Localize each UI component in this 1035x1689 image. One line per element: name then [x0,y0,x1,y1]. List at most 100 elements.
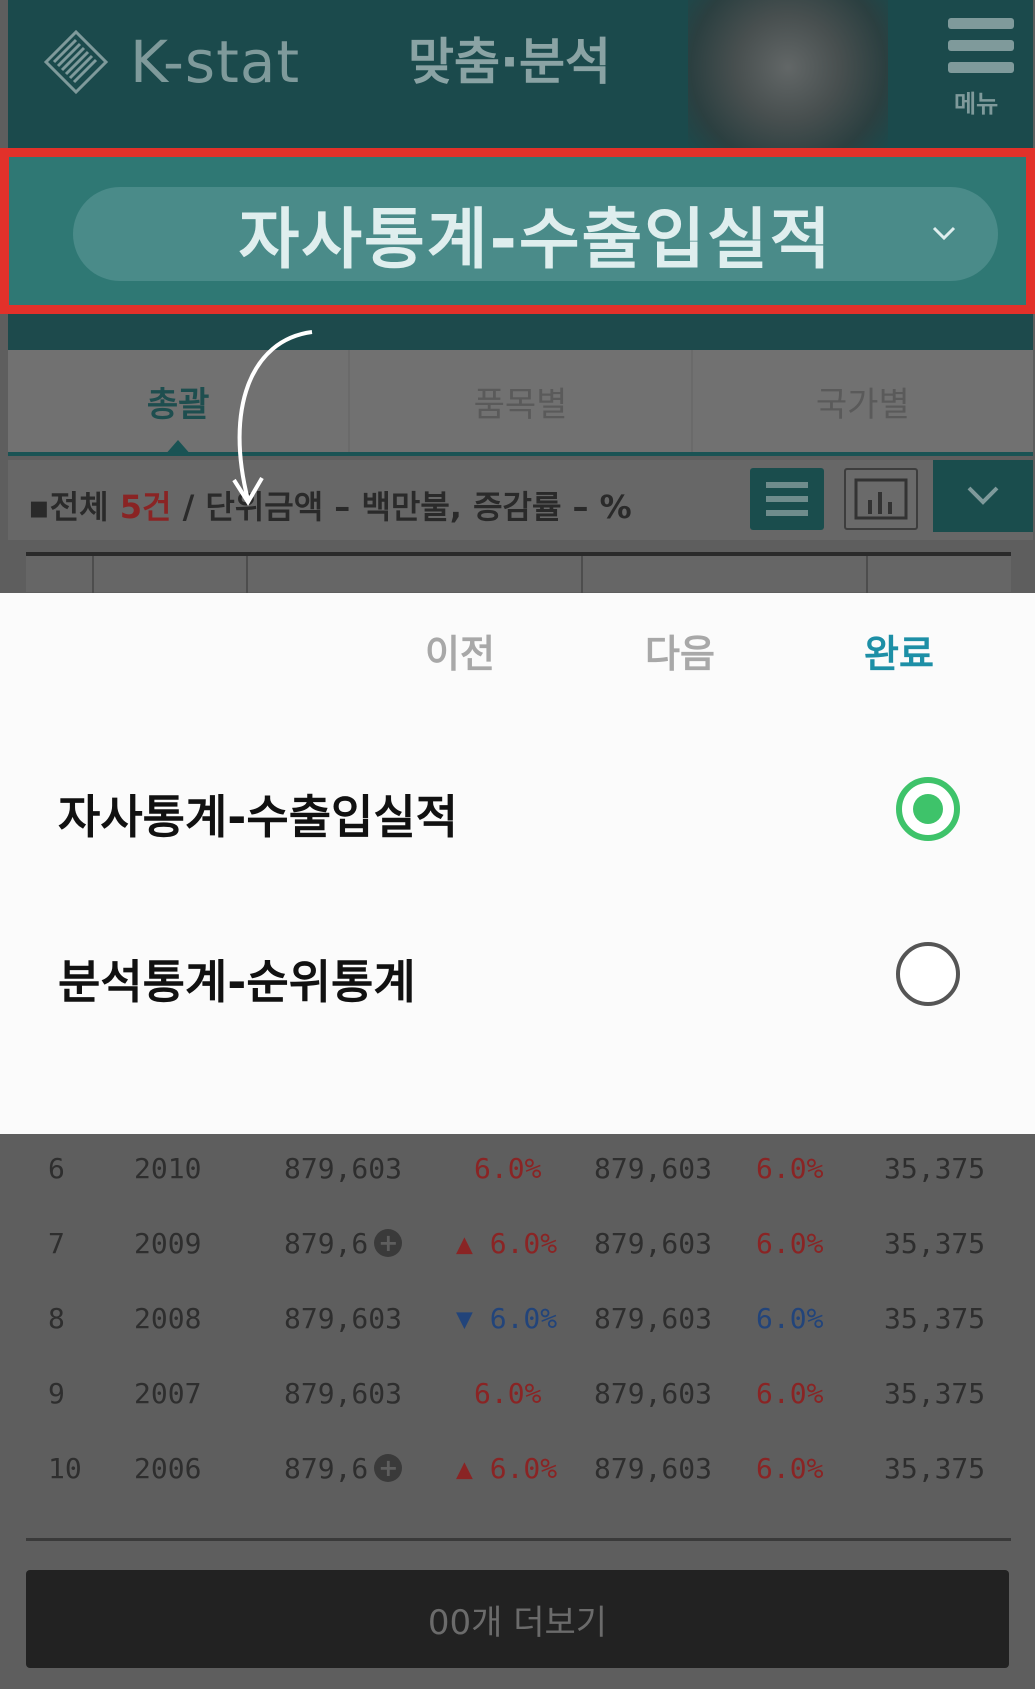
expand-plus-icon[interactable]: + [374,1454,403,1482]
export-rate-value: 6.0% [489,1302,558,1335]
table-row[interactable]: 8 2008 879,603 ▼ 6.0% 879,603 6.0% 35,375 [26,1280,1011,1355]
export-cell: 879,603 [284,1152,402,1185]
import-rate-cell: 6.0% [756,1152,824,1185]
import-cell: 879,603 [594,1452,713,1485]
summary-prefix: 전체 [49,488,120,526]
header-band [8,314,1033,350]
menu-button[interactable]: 메뉴 [944,14,1014,124]
table-row[interactable]: 9 2007 879,603 6.0% 879,603 6.0% 35,375 [26,1355,1011,1430]
table-row[interactable]: 7 2009 879,6 + ▲ 6.0% 879,603 6.0% 35,375 [26,1205,1011,1280]
table-row[interactable]: 6 2010 879,603 6.0% 879,603 6.0% 35,375 [26,1130,1011,1205]
list-icon [766,482,808,516]
chevron-down-icon [932,226,956,241]
column-divider [866,556,868,596]
import-rate-cell: 6.0% [756,1377,824,1410]
export-cell: 879,603 [284,1377,402,1410]
summary-bar: ▪전체 5건 / 단위금액 – 백만불, 증감률 – % [8,460,1033,540]
result-count: 5건 [119,488,172,526]
export-value: 879,6 [284,1227,369,1260]
page-title: 맞춤·분석 [408,33,611,91]
curved-arrow-icon [232,330,313,506]
balance-cell: 35,375 [884,1377,986,1410]
export-rate-cell: 6.0% [474,1377,541,1410]
column-divider [92,556,94,596]
logo-mark-icon [36,22,116,102]
hamburger-icon [948,18,1014,29]
export-rate-value: 6.0% [474,1152,542,1185]
tab-label: 국가별 [815,384,910,425]
tab-label: 총괄 [146,384,210,425]
export-cell: 879,6 + [284,1452,403,1485]
load-more-button[interactable]: 00개 더보기 [26,1570,1009,1668]
header-banner-image [688,0,888,150]
radio-selected[interactable] [896,777,960,841]
rank-cell: 10 [48,1452,82,1485]
rank-cell: 7 [48,1227,65,1260]
export-rate-value: 6.0% [489,1227,558,1260]
table-header [26,552,1011,596]
tab-by-country[interactable]: 국가별 [693,350,1033,452]
expand-toggle-button[interactable] [933,460,1033,532]
active-tab-indicator [164,440,193,456]
import-rate-cell: 6.0% [756,1227,824,1260]
statistics-selector-highlight: 자사통계-수출입실적 [0,148,1035,314]
export-value: 879,6 [284,1452,369,1485]
data-table: 6 2010 879,603 6.0% 879,603 6.0% 35,375 7 2009 87… [26,1130,1011,1505]
rank-cell: 8 [48,1302,65,1335]
rank-cell: 9 [48,1377,65,1410]
export-cell: 879,603 [284,1302,402,1335]
export-value: 879,603 [284,1377,403,1410]
rank-cell: 6 [48,1152,65,1185]
tab-by-item[interactable]: 품목별 [350,350,693,452]
import-cell: 879,603 [594,1302,713,1335]
import-cell: 879,603 [594,1152,713,1185]
expand-plus-icon[interactable]: + [374,1229,403,1257]
balance-cell: 35,375 [884,1227,986,1260]
export-rate-cell: 6.0% [474,1152,541,1185]
next-button[interactable]: 다음 [645,623,715,678]
export-value: 879,603 [284,1302,403,1335]
up-arrow-icon: ▲ [456,1227,490,1260]
app-header: K-stat 맞춤·분석 메뉴 [8,0,1033,150]
import-cell: 879,603 [594,1377,713,1410]
column-divider [246,556,248,596]
hamburger-icon-bar [948,40,1014,51]
up-arrow-icon: ▲ [456,1452,490,1485]
export-cell: 879,6 + [284,1227,403,1260]
kstat-logo[interactable]: K-stat [36,22,300,102]
statistics-selector[interactable]: 자사통계-수출입실적 [73,187,998,281]
table-bottom-border [26,1538,1011,1541]
balance-cell: 35,375 [884,1152,986,1185]
selector-current-value: 자사통계-수출입실적 [238,201,833,278]
logo-text: K-stat [130,28,301,96]
option-label: 자사통계-수출입실적 [58,790,458,844]
balance-cell: 35,375 [884,1302,986,1335]
export-rate-value: 6.0% [489,1452,558,1485]
option-company-trade[interactable]: 자사통계-수출입실적 [58,763,978,853]
table-row[interactable]: 10 2006 879,6 + ▲ 6.0% 879,603 6.0% 35,375 [26,1430,1011,1505]
done-button[interactable]: 완료 [864,623,934,678]
option-ranking-stats[interactable]: 분석통계-순위통계 [58,928,978,1018]
tab-label: 품목별 [473,384,568,425]
hamburger-icon-bar [948,62,1014,73]
radio-unselected[interactable] [896,942,960,1006]
year-cell: 2009 [134,1227,202,1260]
import-rate-cell: 6.0% [756,1302,824,1335]
export-rate-value: 6.0% [474,1377,542,1410]
list-view-button[interactable] [750,468,824,530]
export-rate-cell: ▲ 6.0% [456,1227,557,1260]
prev-button[interactable]: 이전 [425,623,495,678]
option-label: 분석통계-순위통계 [58,955,416,1009]
year-cell: 2006 [134,1452,202,1485]
year-cell: 2008 [134,1302,202,1335]
chevron-down-icon [967,486,999,505]
year-cell: 2007 [134,1377,202,1410]
chart-view-button[interactable] [844,468,918,530]
bar-chart-icon [854,478,908,520]
column-divider [581,556,583,596]
selection-sheet: 이전 다음 완료 자사통계-수출입실적 분석통계-순위통계 [0,593,1035,1134]
import-cell: 879,603 [594,1227,713,1260]
menu-label: 메뉴 [954,90,999,118]
balance-cell: 35,375 [884,1452,986,1485]
year-cell: 2010 [134,1152,202,1185]
